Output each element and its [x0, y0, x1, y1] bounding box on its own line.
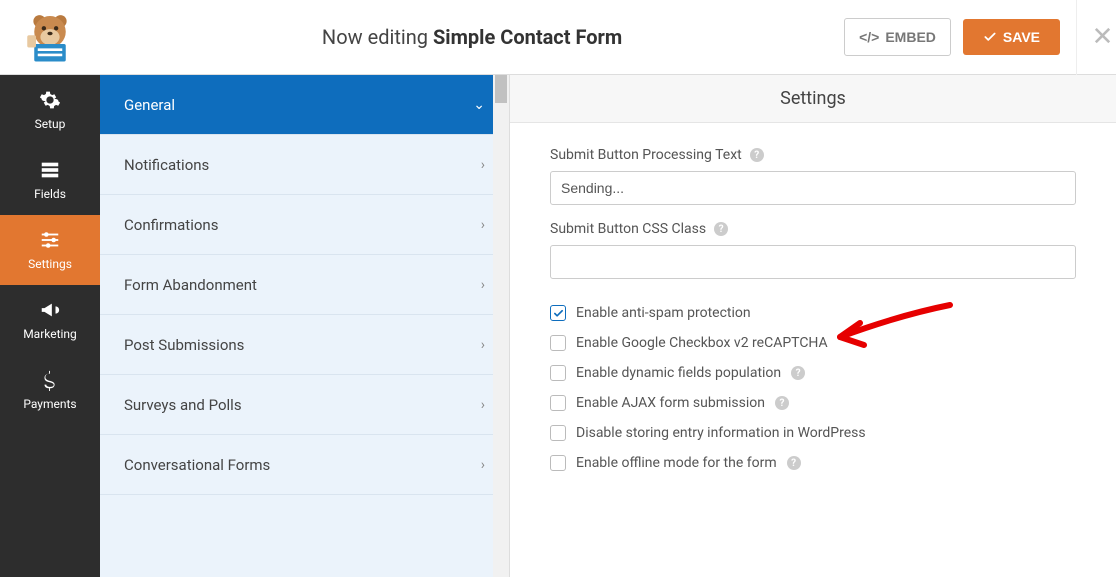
checkbox-label: Enable Google Checkbox v2 reCAPTCHA	[576, 335, 828, 351]
help-icon[interactable]: ?	[775, 396, 789, 410]
leftbar-label: Payments	[23, 397, 76, 411]
checkbox[interactable]	[550, 395, 566, 411]
processing-text-input[interactable]	[550, 171, 1076, 205]
leftbar-label: Settings	[28, 257, 72, 271]
subpanel-item-form-abandonment[interactable]: Form Abandonment ›	[100, 255, 509, 315]
leftbar-item-fields[interactable]: Fields	[0, 145, 100, 215]
leftbar-item-payments[interactable]: Payments	[0, 355, 100, 425]
left-icon-bar: Setup Fields Settings Marketing Payments	[0, 75, 100, 577]
checkbox[interactable]	[550, 335, 566, 351]
content-header: Settings	[510, 75, 1116, 123]
help-icon[interactable]: ?	[714, 222, 728, 236]
checkbox-disable-storing[interactable]: Disable storing entry information in Wor…	[550, 425, 1076, 441]
field-css-class: Submit Button CSS Class ?	[550, 221, 1076, 279]
checkbox-anti-spam[interactable]: Enable anti-spam protection	[550, 305, 1076, 321]
checkbox-label: Disable storing entry information in Wor…	[576, 425, 866, 441]
dollar-icon	[39, 369, 61, 391]
logo	[0, 9, 100, 65]
field-label-text: Submit Button Processing Text	[550, 147, 742, 163]
check-icon	[983, 30, 997, 44]
leftbar-item-marketing[interactable]: Marketing	[0, 285, 100, 355]
title-area: Now editing Simple Contact Form	[100, 25, 844, 49]
checkbox[interactable]	[550, 455, 566, 471]
checkbox[interactable]	[550, 365, 566, 381]
subpanel-label: Post Submissions	[124, 336, 244, 354]
settings-subpanel: General ⌄ Notifications › Confirmations …	[100, 75, 510, 577]
checkbox-offline-mode[interactable]: Enable offline mode for the form ?	[550, 455, 1076, 471]
leftbar-label: Fields	[34, 187, 66, 201]
gear-icon	[39, 89, 61, 111]
save-button-label: SAVE	[1003, 29, 1040, 45]
subpanel-label: Conversational Forms	[124, 456, 270, 474]
leftbar-label: Marketing	[23, 327, 77, 341]
field-label: Submit Button Processing Text ?	[550, 147, 1076, 163]
checkbox-label: Enable dynamic fields population	[576, 365, 781, 381]
subpanel-item-confirmations[interactable]: Confirmations ›	[100, 195, 509, 255]
chevron-right-icon: ›	[481, 457, 485, 473]
subpanel-item-conversational-forms[interactable]: Conversational Forms ›	[100, 435, 509, 495]
field-label: Submit Button CSS Class ?	[550, 221, 1076, 237]
content-title: Settings	[780, 88, 846, 109]
checkbox[interactable]	[550, 425, 566, 441]
checkbox-label: Enable offline mode for the form	[576, 455, 777, 471]
chevron-right-icon: ›	[481, 157, 485, 173]
chevron-right-icon: ›	[481, 397, 485, 413]
chevron-right-icon: ›	[481, 337, 485, 353]
leftbar-label: Setup	[35, 117, 66, 131]
checkbox[interactable]	[550, 305, 566, 321]
subpanel-label: General	[124, 96, 175, 114]
field-label-text: Submit Button CSS Class	[550, 221, 706, 237]
help-icon[interactable]: ?	[787, 456, 801, 470]
leftbar-item-settings[interactable]: Settings	[0, 215, 100, 285]
close-button[interactable]: ✕	[1076, 0, 1116, 75]
bullhorn-icon	[39, 299, 61, 321]
subpanel-item-general[interactable]: General ⌄	[100, 75, 509, 135]
content-panel: Settings Submit Button Processing Text ?…	[510, 75, 1116, 577]
list-icon	[39, 159, 61, 181]
checkbox-ajax[interactable]: Enable AJAX form submission ?	[550, 395, 1076, 411]
subpanel-item-notifications[interactable]: Notifications ›	[100, 135, 509, 195]
subpanel-item-post-submissions[interactable]: Post Submissions ›	[100, 315, 509, 375]
check-icon	[553, 308, 564, 319]
scrollbar-thumb[interactable]	[495, 75, 507, 103]
checkbox-dynamic-fields[interactable]: Enable dynamic fields population ?	[550, 365, 1076, 381]
help-icon[interactable]: ?	[750, 148, 764, 162]
bear-logo-icon	[22, 9, 78, 65]
checkbox-recaptcha[interactable]: Enable Google Checkbox v2 reCAPTCHA	[550, 335, 1076, 351]
chevron-right-icon: ›	[481, 277, 485, 293]
top-bar: Now editing Simple Contact Form </> EMBE…	[0, 0, 1116, 75]
checkbox-label: Enable anti-spam protection	[576, 305, 751, 321]
code-icon: </>	[859, 29, 879, 45]
close-icon: ✕	[1092, 22, 1114, 52]
subpanel-label: Surveys and Polls	[124, 396, 242, 414]
css-class-input[interactable]	[550, 245, 1076, 279]
top-actions: </> EMBED SAVE	[844, 18, 1076, 56]
scrollbar-track[interactable]	[493, 75, 509, 577]
subpanel-label: Form Abandonment	[124, 276, 257, 294]
form-name: Simple Contact Form	[433, 25, 622, 49]
subpanel-label: Notifications	[124, 156, 209, 174]
embed-button[interactable]: </> EMBED	[844, 18, 951, 56]
leftbar-item-setup[interactable]: Setup	[0, 75, 100, 145]
editing-prefix: Now editing	[322, 25, 428, 49]
checkbox-label: Enable AJAX form submission	[576, 395, 765, 411]
save-button[interactable]: SAVE	[963, 19, 1060, 55]
content-body: Submit Button Processing Text ? Submit B…	[510, 123, 1116, 471]
subpanel-label: Confirmations	[124, 216, 218, 234]
embed-button-label: EMBED	[885, 29, 936, 45]
help-icon[interactable]: ?	[791, 366, 805, 380]
chevron-down-icon: ⌄	[473, 97, 485, 113]
main-area: Setup Fields Settings Marketing Payments…	[0, 75, 1116, 577]
field-processing-text: Submit Button Processing Text ?	[550, 147, 1076, 205]
chevron-right-icon: ›	[481, 217, 485, 233]
subpanel-item-surveys-polls[interactable]: Surveys and Polls ›	[100, 375, 509, 435]
sliders-icon	[39, 229, 61, 251]
